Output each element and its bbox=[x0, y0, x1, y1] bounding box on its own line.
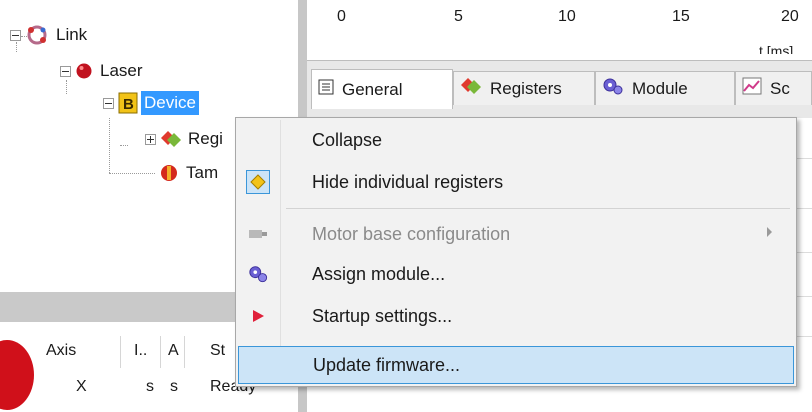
time-tick: 10 bbox=[558, 8, 576, 25]
column-header-i[interactable]: I.. bbox=[134, 342, 147, 360]
column-header-status[interactable]: St bbox=[210, 342, 225, 360]
tree-item-registers[interactable]: Regi bbox=[145, 126, 226, 152]
collapse-icon[interactable] bbox=[103, 97, 114, 109]
menu-item-label: Update firmware... bbox=[313, 354, 461, 375]
menu-item-collapse[interactable]: Collapse bbox=[238, 122, 794, 158]
time-tick: 0 bbox=[337, 8, 346, 25]
menu-separator bbox=[286, 208, 790, 209]
submenu-arrow-icon bbox=[767, 227, 772, 237]
tree-item-label: Link bbox=[56, 25, 88, 44]
diamond-icon bbox=[246, 170, 270, 194]
menu-item-label: Collapse bbox=[312, 129, 383, 150]
tree-item-label: Regi bbox=[188, 129, 223, 148]
menu-item-label: Assign module... bbox=[312, 263, 446, 284]
tab-strip: General Registers Module Sc bbox=[307, 60, 812, 119]
tree-item-link[interactable]: Link bbox=[10, 22, 90, 48]
registers-icon bbox=[160, 129, 182, 149]
tab-scope[interactable]: Sc bbox=[735, 71, 812, 105]
tab-label: Sc bbox=[770, 78, 790, 98]
laser-icon bbox=[75, 62, 93, 80]
tab-registers[interactable]: Registers bbox=[453, 71, 595, 105]
svg-text:B: B bbox=[123, 96, 134, 113]
tree-item-label: Tam bbox=[186, 163, 219, 182]
context-menu: Collapse Hide individual registers Motor… bbox=[235, 117, 797, 387]
module-gear-icon bbox=[248, 264, 268, 284]
menu-item-label: Motor base configuration bbox=[312, 223, 511, 244]
cell-i: s bbox=[146, 378, 154, 395]
registers-icon bbox=[460, 76, 482, 101]
play-icon bbox=[248, 306, 268, 326]
tree-item-tam[interactable]: Tam bbox=[158, 160, 221, 186]
time-tick: 20 bbox=[781, 8, 799, 25]
tab-label: General bbox=[342, 79, 403, 99]
motor-icon bbox=[248, 224, 268, 244]
link-icon bbox=[25, 24, 49, 46]
cell-axis: X bbox=[76, 378, 87, 395]
menu-item-update-firmware[interactable]: Update firmware... bbox=[238, 346, 794, 384]
time-axis: 0 5 10 15 20 t [ms] bbox=[307, 0, 812, 60]
menu-item-label: Hide individual registers bbox=[312, 171, 504, 192]
tam-icon bbox=[158, 163, 180, 183]
tree-item-device[interactable]: B Device bbox=[103, 90, 199, 116]
chart-icon bbox=[742, 77, 762, 100]
expand-icon[interactable] bbox=[145, 133, 156, 145]
menu-item-motor-base-config[interactable]: Motor base configuration bbox=[238, 216, 794, 252]
menu-item-label: Startup settings... bbox=[312, 305, 453, 326]
module-gear-icon bbox=[602, 76, 624, 101]
status-indicator-icon bbox=[0, 340, 34, 410]
time-axis-unit-label: t [ms] bbox=[759, 43, 794, 54]
column-header-axis[interactable]: Axis bbox=[46, 342, 76, 360]
time-tick: 15 bbox=[672, 8, 690, 25]
tab-general[interactable]: General bbox=[311, 69, 453, 109]
tab-module[interactable]: Module bbox=[595, 71, 735, 105]
collapse-icon[interactable] bbox=[60, 65, 71, 77]
menu-item-hide-registers[interactable]: Hide individual registers bbox=[238, 164, 794, 200]
collapse-icon[interactable] bbox=[10, 29, 21, 41]
tab-label: Module bbox=[632, 78, 688, 98]
column-header-a[interactable]: A bbox=[168, 342, 179, 360]
device-icon: B bbox=[118, 92, 138, 114]
tree-item-laser[interactable]: Laser bbox=[60, 58, 146, 84]
tree-item-label: Laser bbox=[100, 61, 143, 80]
tab-label: Registers bbox=[490, 78, 562, 98]
menu-item-assign-module[interactable]: Assign module... bbox=[238, 256, 794, 292]
time-tick: 5 bbox=[454, 8, 463, 25]
general-icon bbox=[318, 79, 334, 100]
menu-item-startup-settings[interactable]: Startup settings... bbox=[238, 298, 794, 334]
cell-a: s bbox=[170, 378, 178, 395]
tree-item-label: Device bbox=[141, 91, 199, 115]
